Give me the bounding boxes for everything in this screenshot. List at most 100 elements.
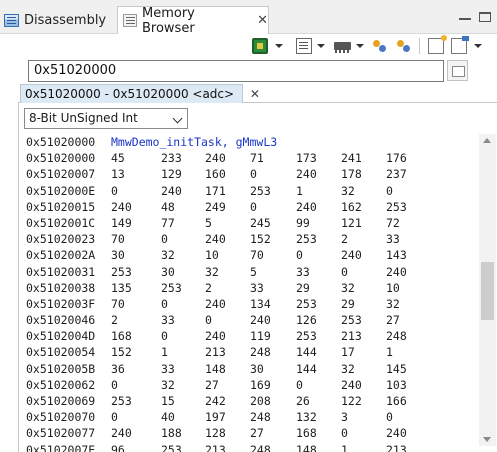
memory-value[interactable]: 15 xyxy=(161,393,175,409)
memory-value[interactable]: 10 xyxy=(386,280,400,296)
memory-value[interactable]: 248 xyxy=(250,344,271,360)
memory-value[interactable]: 249 xyxy=(205,199,226,215)
memory-value[interactable]: 241 xyxy=(341,150,362,166)
memory-value[interactable]: 253 xyxy=(161,442,182,452)
memory-value[interactable]: 253 xyxy=(250,183,271,199)
memory-value[interactable]: 70 xyxy=(111,231,125,247)
format-select[interactable]: 8-Bit UnSigned Int xyxy=(24,108,188,129)
memory-value[interactable]: 0 xyxy=(111,377,118,393)
memory-value[interactable]: 30 xyxy=(111,247,125,263)
scroll-down-icon[interactable] xyxy=(483,437,491,442)
memory-value[interactable]: 1 xyxy=(296,183,303,199)
memory-value[interactable]: 5 xyxy=(250,264,257,280)
memory-value[interactable]: 33 xyxy=(296,264,310,280)
memory-value[interactable]: 240 xyxy=(205,150,226,166)
memory-value[interactable]: 27 xyxy=(386,312,400,328)
memory-value[interactable]: 29 xyxy=(341,296,355,312)
memory-value[interactable]: 0 xyxy=(341,264,348,280)
memory-value[interactable]: 134 xyxy=(250,296,271,312)
memory-value[interactable]: 240 xyxy=(386,425,407,441)
load-memory-icon[interactable] xyxy=(296,38,312,54)
memory-value[interactable]: 166 xyxy=(386,393,407,409)
memory-value[interactable]: 240 xyxy=(386,264,407,280)
memory-value[interactable]: 178 xyxy=(341,166,362,182)
memory-value[interactable]: 27 xyxy=(205,377,219,393)
memory-value[interactable]: 0 xyxy=(161,328,168,344)
memory-value[interactable]: 240 xyxy=(111,199,132,215)
memory-value[interactable]: 188 xyxy=(161,425,182,441)
memory-value[interactable]: 32 xyxy=(341,280,355,296)
memory-value[interactable]: 132 xyxy=(296,409,317,425)
memory-value[interactable]: 103 xyxy=(386,377,407,393)
memory-value[interactable]: 162 xyxy=(341,199,362,215)
memory-value[interactable]: 1 xyxy=(161,344,168,360)
chevron-down-icon[interactable] xyxy=(275,44,283,48)
memory-value[interactable]: 0 xyxy=(386,409,393,425)
memory-value[interactable]: 0 xyxy=(250,199,257,215)
memory-value[interactable]: 32 xyxy=(161,377,175,393)
memory-value[interactable]: 213 xyxy=(205,442,226,452)
memory-value[interactable]: 144 xyxy=(296,361,317,377)
memory-value[interactable]: 33 xyxy=(386,231,400,247)
memory-value[interactable]: 197 xyxy=(205,409,226,425)
memory-value[interactable]: 213 xyxy=(341,328,362,344)
scrollbar-thumb[interactable] xyxy=(481,262,494,320)
memory-value[interactable]: 253 xyxy=(161,280,182,296)
memory-value[interactable]: 99 xyxy=(296,215,310,231)
connect-chip-icon[interactable] xyxy=(252,38,268,54)
maximize-button[interactable] xyxy=(479,12,491,22)
memory-value[interactable]: 96 xyxy=(111,442,125,452)
memory-value[interactable]: 173 xyxy=(296,150,317,166)
memory-value[interactable]: 33 xyxy=(250,280,264,296)
close-icon[interactable]: ✕ xyxy=(250,87,260,101)
memory-value[interactable]: 0 xyxy=(296,377,303,393)
memory-value[interactable]: 240 xyxy=(205,328,226,344)
link-icon[interactable] xyxy=(372,38,388,54)
memory-value[interactable]: 208 xyxy=(250,393,271,409)
memory-value[interactable]: 248 xyxy=(386,328,407,344)
memory-value[interactable]: 240 xyxy=(161,183,182,199)
memory-value[interactable]: 148 xyxy=(296,442,317,452)
memory-value[interactable]: 171 xyxy=(205,183,226,199)
memory-value[interactable]: 0 xyxy=(161,231,168,247)
memory-value[interactable]: 233 xyxy=(161,150,182,166)
memory-value[interactable]: 240 xyxy=(111,425,132,441)
chevron-down-icon[interactable] xyxy=(317,44,325,48)
memory-value[interactable]: 32 xyxy=(341,361,355,377)
memory-value[interactable]: 240 xyxy=(250,312,271,328)
go-button[interactable] xyxy=(447,60,468,81)
tab-disassembly[interactable]: Disassembly xyxy=(4,6,106,34)
memory-value[interactable]: 240 xyxy=(296,199,317,215)
memory-value[interactable]: 1 xyxy=(386,344,393,360)
memory-value[interactable]: 148 xyxy=(205,361,226,377)
memory-value[interactable]: 2 xyxy=(341,231,348,247)
memory-value[interactable]: 48 xyxy=(161,199,175,215)
memory-value[interactable]: 253 xyxy=(341,312,362,328)
address-input[interactable]: 0x51020000 xyxy=(28,60,444,82)
memory-value[interactable]: 29 xyxy=(296,280,310,296)
rendering-tab[interactable]: 0x51020000 - 0x51020000 <adc> ✕ xyxy=(20,84,260,103)
memory-value[interactable]: 122 xyxy=(341,393,362,409)
sync-icon[interactable] xyxy=(396,38,412,54)
memory-value[interactable]: 128 xyxy=(205,425,226,441)
memory-value[interactable]: 5 xyxy=(205,215,212,231)
memory-value[interactable]: 121 xyxy=(341,215,362,231)
memory-value[interactable]: 0 xyxy=(161,296,168,312)
memory-value[interactable]: 237 xyxy=(386,166,407,182)
memory-value[interactable]: 2 xyxy=(205,280,212,296)
memory-value[interactable]: 135 xyxy=(111,280,132,296)
memory-value[interactable]: 240 xyxy=(205,296,226,312)
memory-value[interactable]: 30 xyxy=(161,264,175,280)
memory-value[interactable]: 253 xyxy=(296,296,317,312)
memory-value[interactable]: 168 xyxy=(111,328,132,344)
close-icon[interactable]: ✕ xyxy=(257,13,268,28)
memory-value[interactable]: 33 xyxy=(161,312,175,328)
memory-value[interactable]: 240 xyxy=(341,247,362,263)
memory-value[interactable]: 169 xyxy=(250,377,271,393)
memory-value[interactable]: 0 xyxy=(111,183,118,199)
memory-value[interactable]: 32 xyxy=(161,247,175,263)
memory-value[interactable]: 145 xyxy=(386,361,407,377)
memory-value[interactable]: 176 xyxy=(386,150,407,166)
memory-value[interactable]: 33 xyxy=(161,361,175,377)
memory-value[interactable]: 149 xyxy=(111,215,132,231)
